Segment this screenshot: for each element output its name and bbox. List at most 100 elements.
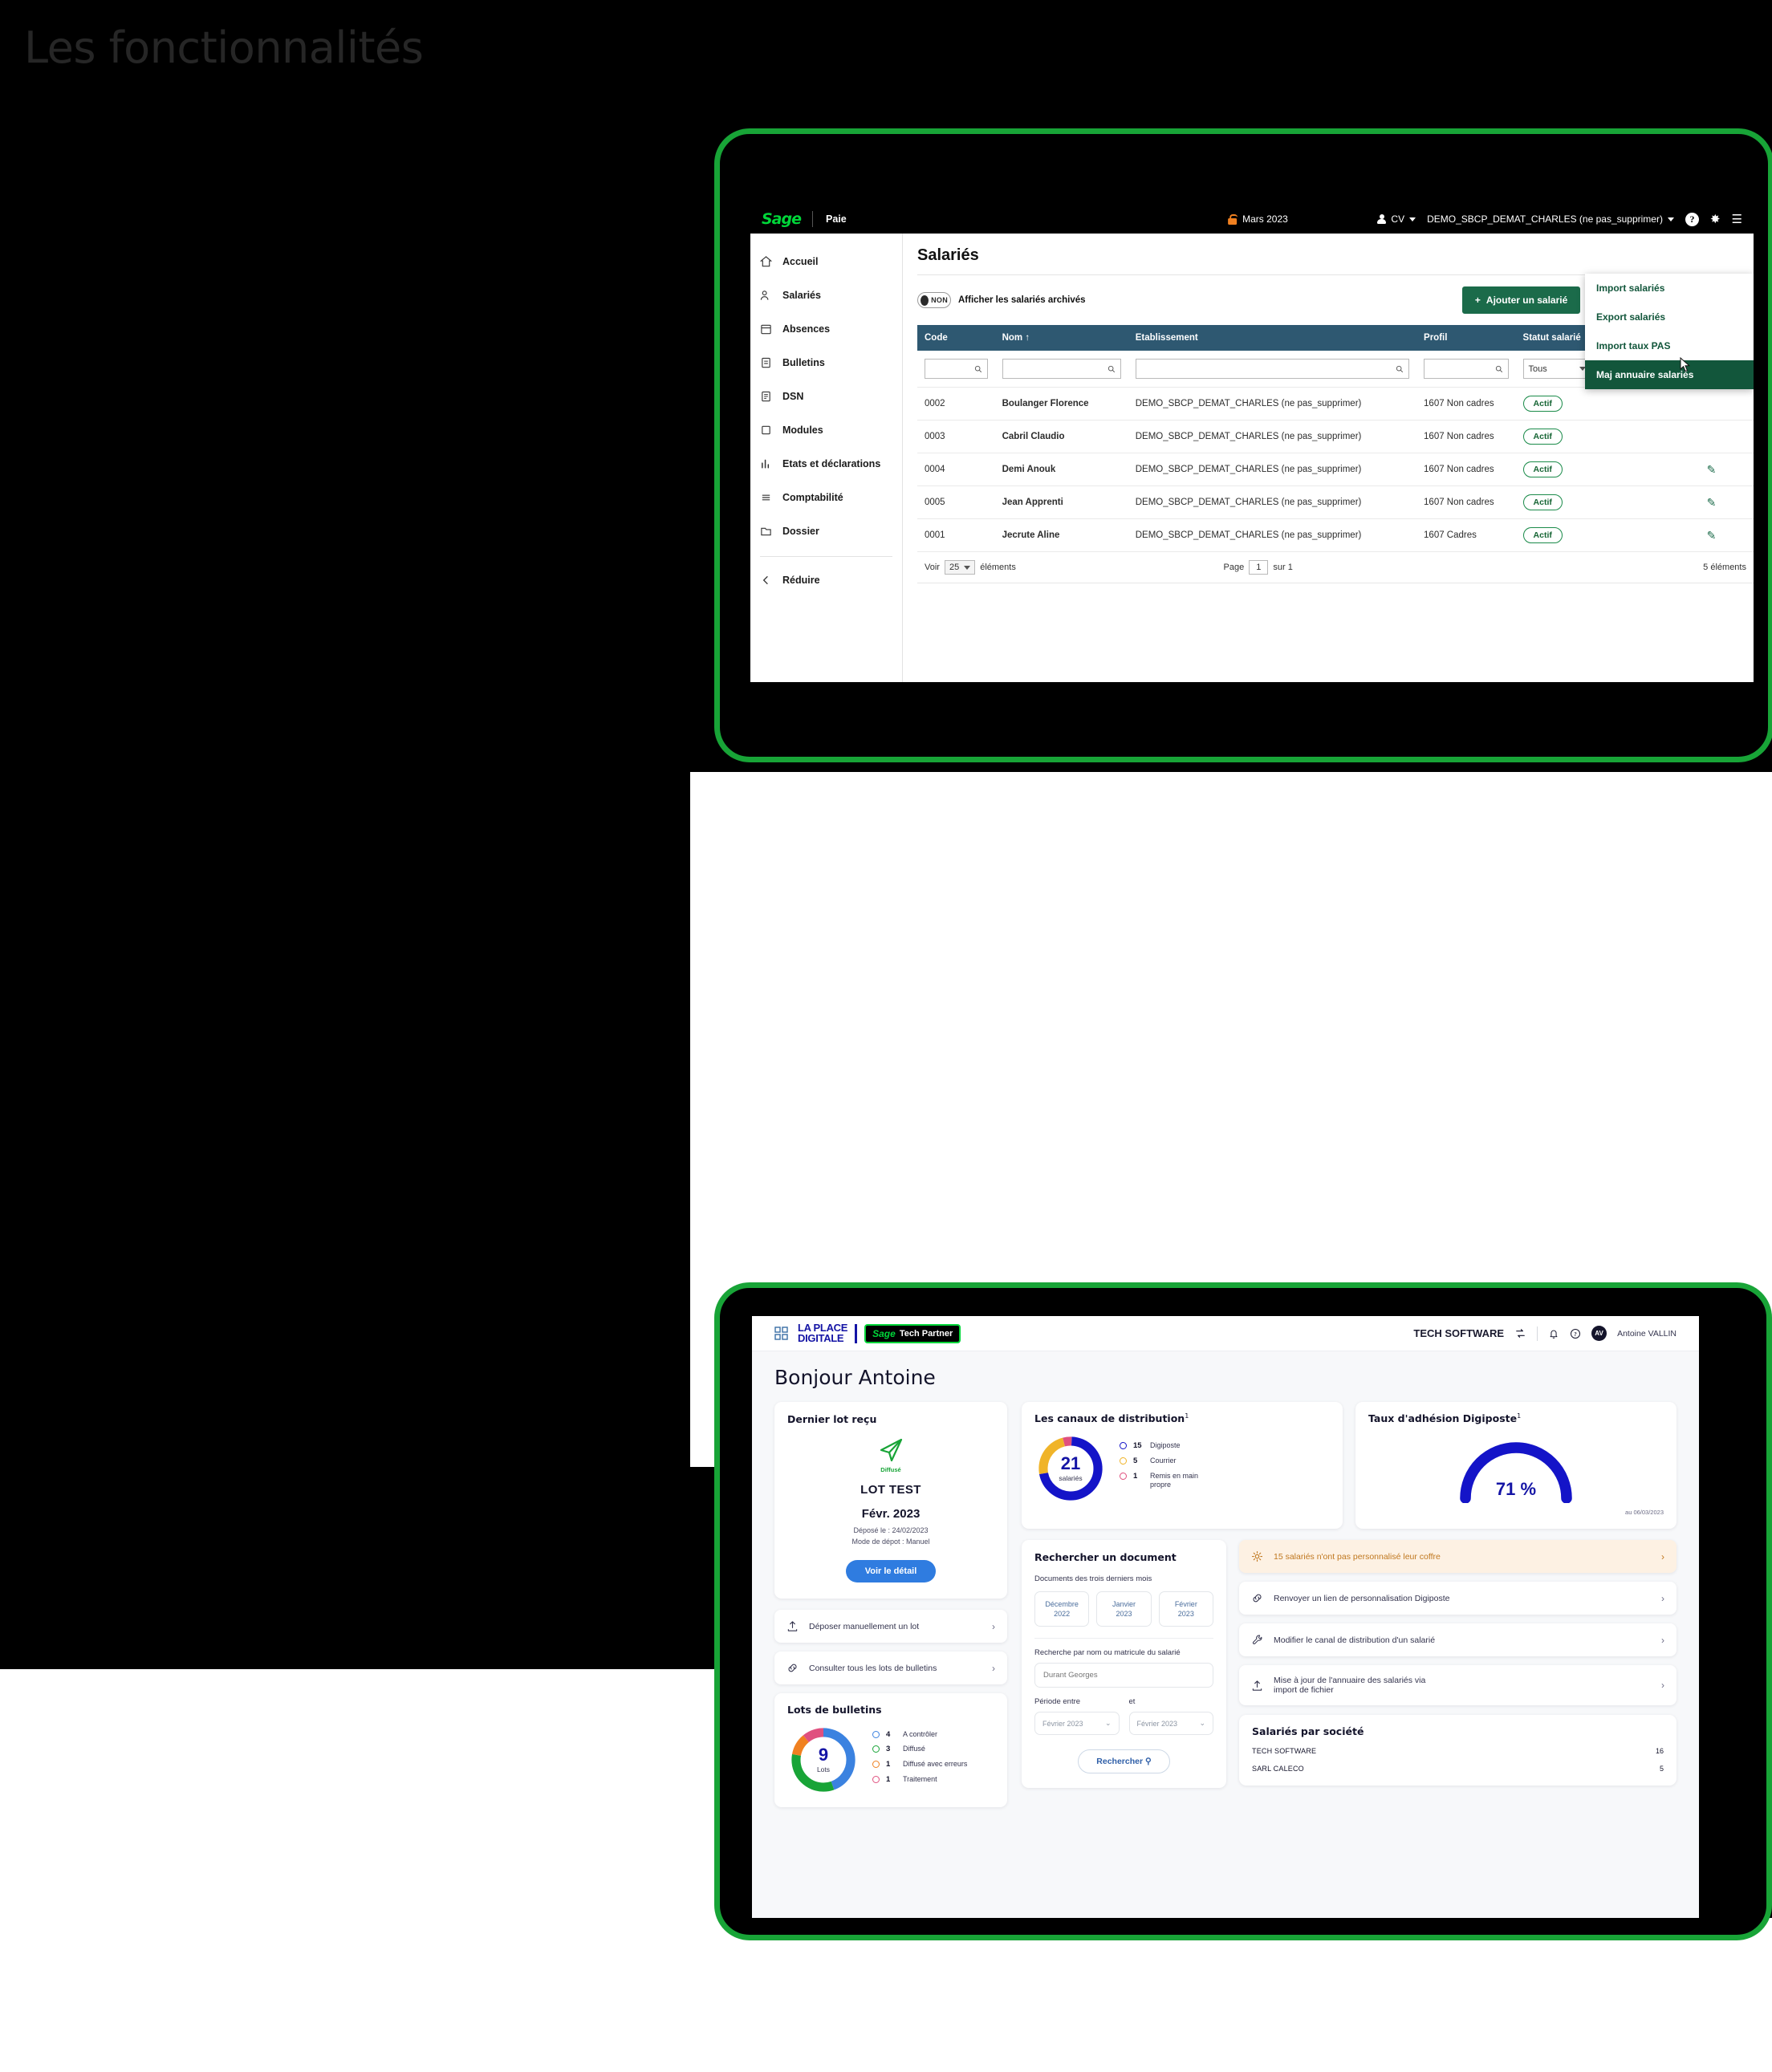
month-chip-janvier[interactable]: Janvier 2023	[1096, 1591, 1152, 1627]
view-all-batches-button[interactable]: Consulter tous les lots de bulletins ›	[774, 1652, 1007, 1684]
period-to-select[interactable]: Février 2023 ⌄	[1128, 1712, 1213, 1736]
card-title: Salariés par société	[1252, 1725, 1364, 1738]
menu-item-export-salaries[interactable]: Export salariés	[1585, 303, 1754, 331]
paie-topbar-right: CV DEMO_SBCP_DEMAT_CHARLES (ne pas_suppr…	[1377, 212, 1742, 226]
menu-item-import-taux-pas[interactable]: Import taux PAS	[1585, 331, 1754, 360]
legend-item: 1 Traitement	[872, 1775, 967, 1785]
sidebar-item-label: Absences	[782, 323, 831, 335]
filter-input-nom[interactable]	[1002, 359, 1121, 379]
sidebar-item-bulletins[interactable]: Bulletins	[750, 346, 902, 380]
help-icon[interactable]: ?	[1685, 212, 1699, 226]
month-chip-fevrier[interactable]: Février 2023	[1158, 1591, 1213, 1627]
batch-mode: Mode de dépot : Manuel	[851, 1537, 930, 1546]
menu-item-maj-annuaire-salaries[interactable]: Maj annuaire salariés	[1585, 360, 1754, 389]
home-icon	[760, 256, 772, 267]
chevron-down-icon	[1409, 217, 1416, 221]
sidebar-item-modules[interactable]: Modules	[750, 413, 902, 447]
cell-statut-bulletin	[1598, 387, 1700, 420]
unpersonalized-vault-alert[interactable]: 15 salariés n'ont pas personnalisé leur …	[1239, 1540, 1676, 1574]
sidebar-item-dsn[interactable]: DSN	[750, 380, 902, 413]
resend-personalization-link-button[interactable]: Renvoyer un lien de personnalisation Dig…	[1239, 1582, 1676, 1615]
cell-edit[interactable]: ✎	[1699, 453, 1754, 486]
add-employee-button[interactable]: + Ajouter un salarié	[1461, 286, 1581, 314]
help-icon[interactable]: ?	[1570, 1328, 1581, 1339]
svg-text:?: ?	[1574, 1331, 1577, 1337]
edit-icon[interactable]: ✎	[1707, 496, 1717, 509]
dashboard-columns: Dernier lot reçu Diffusé LOT TEST Févr. …	[774, 1402, 1676, 1807]
cell-edit[interactable]: ✎	[1699, 485, 1754, 519]
view-detail-button[interactable]: Voir le détail	[845, 1560, 937, 1582]
period-from-select[interactable]: Février 2023 ⌄	[1034, 1712, 1120, 1736]
company-bar-row: SARL CALECO 5	[1252, 1764, 1664, 1773]
backdrop-panel-left-bottom	[0, 1669, 827, 2072]
sidebar-item-dossier[interactable]: Dossier	[750, 514, 902, 548]
update-directory-import-button[interactable]: Mise à jour de l'annuaire des salariés v…	[1239, 1665, 1676, 1706]
page-total-label: sur 1	[1273, 563, 1293, 572]
wrench-icon	[1252, 1635, 1262, 1645]
filter-select-statut-salarie[interactable]: Tous	[1522, 359, 1591, 379]
app-grid-icon[interactable]	[774, 1326, 788, 1340]
archived-toggle[interactable]: NON	[917, 292, 951, 308]
cell-edit[interactable]	[1699, 420, 1754, 453]
sidebar-item-reduire[interactable]: Réduire	[750, 563, 902, 597]
sidebar-item-accueil[interactable]: Accueil	[750, 245, 902, 278]
screenshot-stage: Les fonctionnalités Sage Paie Mars 2023 …	[0, 0, 1772, 2072]
legend-value: 3	[886, 1745, 891, 1754]
table-row[interactable]: 0004 Demi Anouk DEMO_SBCP_DEMAT_CHARLES …	[917, 453, 1754, 486]
search-icon	[1396, 365, 1404, 372]
edit-icon[interactable]: ✎	[1707, 463, 1717, 476]
link-icon	[1253, 1594, 1262, 1603]
switch-icon[interactable]	[1514, 1327, 1526, 1339]
list-icon[interactable]: ☰	[1732, 213, 1742, 225]
company-label: SARL CALECO	[1252, 1764, 1304, 1773]
column-header-profil[interactable]: Profil	[1416, 325, 1516, 351]
page-size-select[interactable]: 25	[944, 560, 976, 575]
search-button[interactable]: Rechercher ⚲	[1078, 1749, 1170, 1774]
avatar[interactable]: AV	[1591, 1326, 1607, 1341]
table-row[interactable]: 0002 Boulanger Florence DEMO_SBCP_DEMAT_…	[917, 387, 1754, 420]
batch-month: Févr. 2023	[861, 1507, 921, 1521]
cell-nom: Demi Anouk	[994, 453, 1128, 486]
action-label: Modifier le canal de distribution d'un s…	[1274, 1635, 1436, 1645]
table-row[interactable]: 0001 Jecrute Aline DEMO_SBCP_DEMAT_CHARL…	[917, 518, 1754, 552]
payroll-period[interactable]: Mars 2023	[1228, 213, 1288, 225]
cell-profil: 1607 Non cadres	[1416, 387, 1516, 420]
user-initials: CV	[1391, 213, 1405, 225]
card-title-text: Les canaux de distribution	[1034, 1412, 1185, 1425]
menu-item-import-salaries[interactable]: Import salariés	[1585, 274, 1754, 303]
donut-total-value: 21	[1060, 1453, 1081, 1474]
deposit-batch-button[interactable]: Déposer manuellement un lot ›	[774, 1610, 1007, 1643]
modify-distribution-channel-button[interactable]: Modifier le canal de distribution d'un s…	[1239, 1623, 1676, 1657]
month-chip-decembre[interactable]: Décembre 2022	[1034, 1591, 1090, 1627]
user-menu[interactable]: CV	[1377, 213, 1416, 225]
column-header-nom[interactable]: Nom ↑	[994, 325, 1128, 351]
edit-icon[interactable]: ✎	[1707, 529, 1717, 542]
sidebar-item-etats-declarations[interactable]: Etats et déclarations	[750, 447, 902, 481]
month-name: Décembre	[1045, 1600, 1079, 1609]
table-row[interactable]: 0003 Cabril Claudio DEMO_SBCP_DEMAT_CHAR…	[917, 420, 1754, 453]
filter-input-etablissement[interactable]	[1135, 359, 1410, 379]
cell-etablissement: DEMO_SBCP_DEMAT_CHARLES (ne pas_supprime…	[1128, 485, 1417, 519]
bell-icon[interactable]	[1548, 1328, 1559, 1339]
cell-etablissement: DEMO_SBCP_DEMAT_CHARLES (ne pas_supprime…	[1128, 518, 1417, 552]
legend-value: 1	[886, 1774, 891, 1784]
filter-input-code[interactable]	[925, 359, 988, 379]
sidebar-item-salaries[interactable]: Salariés	[750, 278, 902, 312]
paie-topbar: Sage Paie Mars 2023 CV DEMO_SBCP_DEMAT_C…	[750, 205, 1754, 234]
sidebar-item-comptabilite[interactable]: Comptabilité	[750, 481, 902, 514]
filter-input-profil[interactable]	[1424, 359, 1509, 379]
search-name-input[interactable]	[1034, 1663, 1213, 1688]
legend-item: 5 Courrier	[1120, 1456, 1208, 1466]
table-row[interactable]: 0005 Jean Apprenti DEMO_SBCP_DEMAT_CHARL…	[917, 485, 1754, 519]
column-header-code[interactable]: Code	[917, 325, 995, 351]
status-badge: Actif	[1522, 527, 1563, 543]
sidebar-item-absences[interactable]: Absences	[750, 312, 902, 346]
assistant-icon[interactable]: ✸	[1710, 213, 1721, 225]
column-header-etablissement[interactable]: Etablissement	[1128, 325, 1417, 351]
chevron-right-icon: ›	[1661, 1680, 1664, 1692]
legend-item: 1 Remis en main propre	[1120, 1472, 1208, 1490]
page-number-input[interactable]: 1	[1249, 560, 1269, 575]
cell-edit[interactable]	[1699, 387, 1754, 420]
cell-edit[interactable]: ✎	[1699, 518, 1754, 552]
company-menu[interactable]: DEMO_SBCP_DEMAT_CHARLES (ne pas_supprime…	[1427, 213, 1674, 225]
